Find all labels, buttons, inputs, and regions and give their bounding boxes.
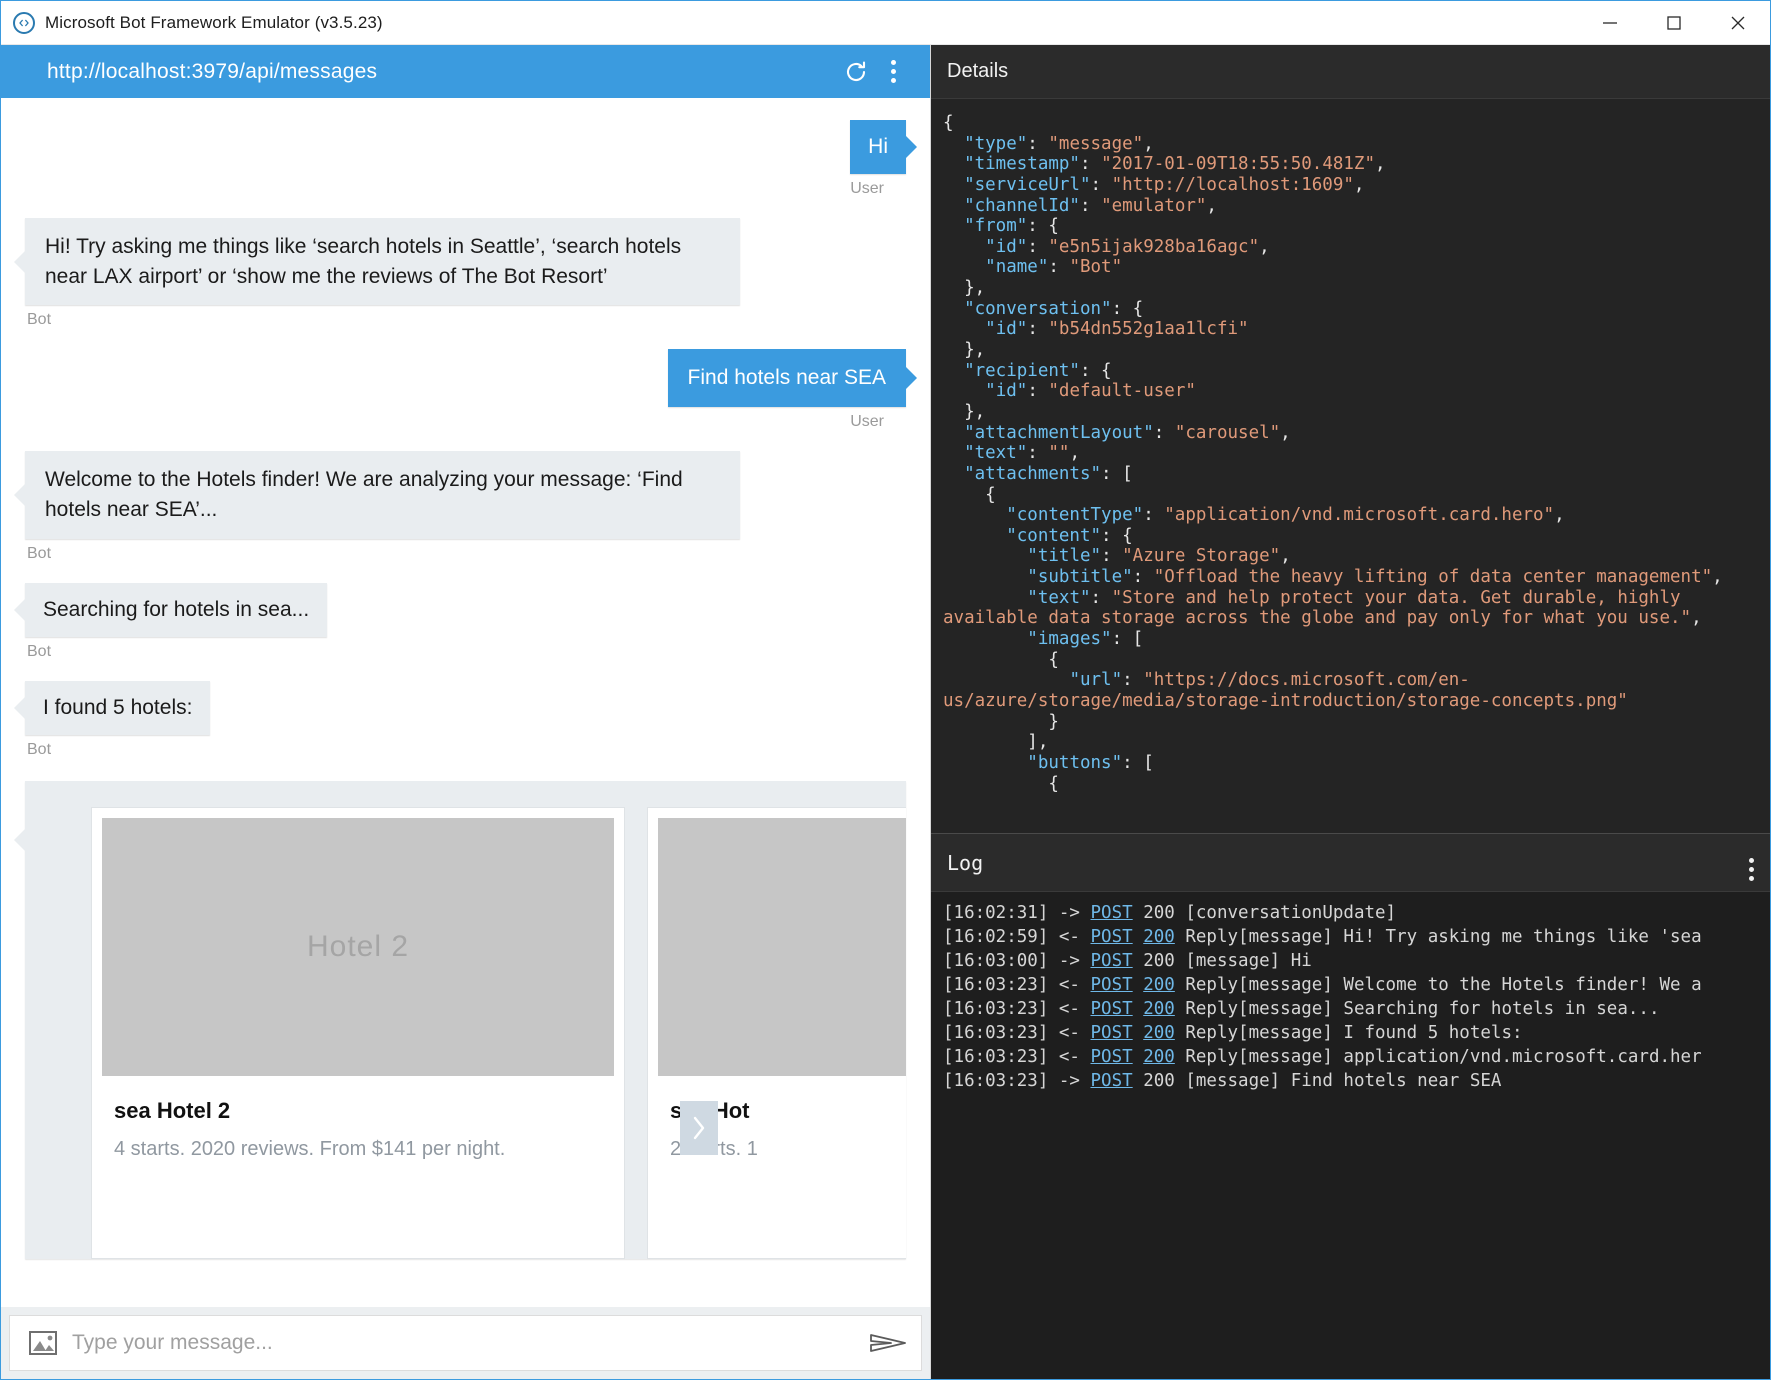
log-method-link[interactable]: POST xyxy=(1091,1047,1133,1067)
log-message: [conversationUpdate] xyxy=(1174,903,1397,923)
log-status-link: 200 xyxy=(1143,950,1175,971)
message-list[interactable]: Hi User Hi! Try asking me things like ‘s… xyxy=(1,98,930,1307)
log-entry: [16:03:23] <- POST 200 Reply[message] I … xyxy=(943,1022,1770,1046)
refresh-icon[interactable] xyxy=(843,59,869,85)
message-row: I found 5 hotels: Bot xyxy=(25,680,906,775)
log-message: Reply[message] Welcome to the Hotels fin… xyxy=(1174,974,1702,995)
hero-card-title: sea Hotel 2 xyxy=(114,1097,231,1123)
details-header: Details xyxy=(931,45,1770,98)
log-method-link[interactable]: POST xyxy=(1091,927,1133,947)
log-method-link[interactable]: POST xyxy=(1091,975,1133,995)
hero-card-image: Hotel 2 xyxy=(102,817,614,1076)
endpoint-url[interactable]: http://localhost:3979/api/messages xyxy=(47,60,377,84)
details-json-content: { "type": "message", "timestamp": "2017-… xyxy=(943,113,1723,794)
hero-card-carousel: Hotel 2 sea Hotel 2 4 starts. 2020 revie… xyxy=(14,780,906,1259)
log-status-link: 200 xyxy=(1143,903,1175,923)
message-author: User xyxy=(850,413,884,431)
log-timestamp: [16:03:23] <- xyxy=(943,1022,1091,1043)
message-author: Bot xyxy=(27,311,52,329)
message-author: Bot xyxy=(27,740,52,758)
message-author: Bot xyxy=(27,642,52,660)
log-status-link[interactable]: 200 xyxy=(1143,1023,1175,1043)
details-title: Details xyxy=(947,60,1009,82)
window-title: Microsoft Bot Framework Emulator (v3.5.2… xyxy=(45,12,383,32)
log-method-link[interactable]: POST xyxy=(1091,1071,1133,1091)
title-bar: Microsoft Bot Framework Emulator (v3.5.2… xyxy=(1,1,1770,45)
log-title: Log xyxy=(947,850,984,875)
hero-card[interactable]: Hotel 2 sea Hotel 2 4 starts. 2020 revie… xyxy=(91,806,625,1259)
message-row: Welcome to the Hotels finder! We are ana… xyxy=(25,451,906,579)
send-icon[interactable] xyxy=(859,1330,907,1356)
message-row: Find hotels near SEA User xyxy=(25,349,906,447)
log-message: Reply[message] Searching for hotels in s… xyxy=(1174,998,1660,1019)
log-method-link[interactable]: POST xyxy=(1091,903,1133,923)
log-method-link[interactable]: POST xyxy=(1091,951,1133,971)
emulator-window: Microsoft Bot Framework Emulator (v3.5.2… xyxy=(0,0,1771,1380)
more-options-icon[interactable] xyxy=(891,60,896,83)
message-bubble-bot[interactable]: Searching for hotels in sea... xyxy=(25,582,328,637)
main-body: http://localhost:3979/api/messages Hi Us… xyxy=(1,45,1770,1379)
log-timestamp: [16:03:23] -> xyxy=(943,1070,1091,1091)
log-message: Reply[message] I found 5 hotels: xyxy=(1174,1022,1523,1043)
log-header: Log xyxy=(931,833,1770,891)
log-method-link[interactable]: POST xyxy=(1091,1023,1133,1043)
hero-card-subtitle: 4 starts. 2020 reviews. From $141 per ni… xyxy=(114,1137,506,1160)
bot-framework-logo-icon xyxy=(13,11,35,34)
message-author: Bot xyxy=(27,544,52,562)
log-status-link[interactable]: 200 xyxy=(1143,1047,1175,1067)
more-options-icon[interactable] xyxy=(1749,844,1754,881)
details-json-viewer[interactable]: { "type": "message", "timestamp": "2017-… xyxy=(931,98,1770,833)
log-timestamp: [16:03:23] <- xyxy=(943,974,1091,995)
hero-card[interactable]: sea Hot 2 starts. 1 xyxy=(647,806,906,1259)
message-row: Hi! Try asking me things like ‘search ho… xyxy=(25,217,906,346)
log-message: Reply[message] application/vnd.microsoft… xyxy=(1174,1046,1702,1067)
chat-panel: http://localhost:3979/api/messages Hi Us… xyxy=(1,45,931,1379)
message-bubble-bot[interactable]: Welcome to the Hotels finder! We are ana… xyxy=(25,451,740,539)
log-timestamp: [16:03:23] <- xyxy=(943,1046,1091,1067)
message-bubble-user[interactable]: Hi xyxy=(850,120,906,174)
log-timestamp: [16:02:59] <- xyxy=(943,926,1091,947)
log-timestamp: [16:03:23] <- xyxy=(943,998,1091,1019)
log-entry: [16:03:23] <- POST 200 Reply[message] Se… xyxy=(943,998,1770,1022)
minimize-button[interactable] xyxy=(1578,1,1642,45)
log-status-link[interactable]: 200 xyxy=(1143,927,1175,947)
log-status-link: 200 xyxy=(1143,1070,1175,1091)
maximize-button[interactable] xyxy=(1642,1,1706,45)
log-entry: [16:02:59] <- POST 200 Reply[message] Hi… xyxy=(943,926,1770,950)
carousel-track[interactable]: Hotel 2 sea Hotel 2 4 starts. 2020 revie… xyxy=(91,806,906,1259)
close-button[interactable] xyxy=(1706,1,1770,45)
log-status-link[interactable]: 200 xyxy=(1143,975,1175,995)
message-bubble-bot[interactable]: I found 5 hotels: xyxy=(25,680,211,735)
inspector-panel: Details { "type": "message", "timestamp"… xyxy=(931,45,1770,1379)
log-message: Reply[message] Hi! Try asking me things … xyxy=(1174,926,1702,947)
log-timestamp: [16:03:00] -> xyxy=(943,950,1091,971)
message-bubble-user[interactable]: Find hotels near SEA xyxy=(667,349,906,408)
log-timestamp: [16:02:31] -> xyxy=(943,903,1091,923)
message-row: Hi User xyxy=(25,120,906,214)
log-viewer[interactable]: [16:02:31] -> POST 200 [conversationUpda… xyxy=(931,891,1770,1379)
window-controls xyxy=(1578,1,1770,45)
log-message: [message] Find hotels near SEA xyxy=(1174,1070,1502,1091)
image-upload-icon[interactable] xyxy=(28,1330,58,1356)
message-input[interactable] xyxy=(58,1331,859,1355)
log-entry: [16:03:23] -> POST 200 [message] Find ho… xyxy=(943,1070,1770,1094)
chevron-right-icon[interactable] xyxy=(680,1100,718,1155)
log-status-link[interactable]: 200 xyxy=(1143,999,1175,1019)
log-entry: [16:03:23] <- POST 200 Reply[message] We… xyxy=(943,974,1770,998)
message-composer xyxy=(1,1307,930,1379)
log-message: [message] Hi xyxy=(1174,950,1312,971)
log-entry: [16:03:00] -> POST 200 [message] Hi xyxy=(943,950,1770,974)
hero-card-image xyxy=(658,817,906,1076)
log-entry: [16:03:23] <- POST 200 Reply[message] ap… xyxy=(943,1046,1770,1070)
message-author: User xyxy=(850,179,884,197)
endpoint-bar: http://localhost:3979/api/messages xyxy=(1,45,930,98)
log-entry: [16:02:31] -> POST 200 [conversationUpda… xyxy=(943,902,1770,926)
message-bubble-bot[interactable]: Hi! Try asking me things like ‘search ho… xyxy=(25,217,740,306)
log-method-link[interactable]: POST xyxy=(1091,999,1133,1019)
message-row: Searching for hotels in sea... Bot xyxy=(25,582,906,677)
